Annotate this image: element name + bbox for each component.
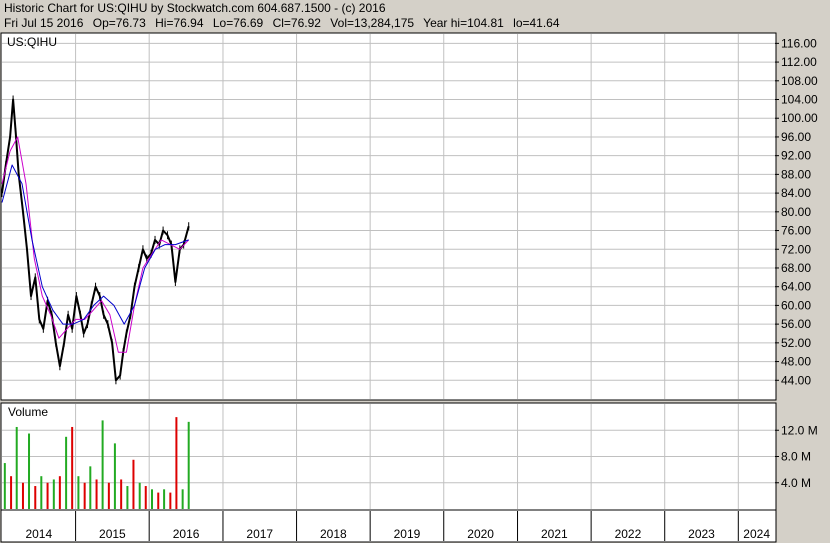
volume-bar: [169, 492, 172, 509]
x-tick-label: 2019: [394, 527, 421, 541]
volume-bar: [52, 479, 55, 509]
x-tick-label: 2023: [688, 527, 715, 541]
y-tick-label: 100.00: [781, 111, 818, 125]
volume-chart-title: Volume: [8, 405, 48, 419]
volume-bar: [34, 486, 37, 509]
price-plot-area: [0, 32, 777, 401]
volume-bar: [144, 486, 147, 509]
y-tick-label: 44.00: [781, 373, 811, 387]
y-tick-label: 108.00: [781, 74, 818, 88]
y-tick-label: 64.00: [781, 280, 811, 294]
y-tick-label: 116.00: [781, 36, 817, 50]
volume-bar: [15, 426, 18, 509]
volume-bar: [89, 466, 92, 509]
volume-bar: [151, 489, 154, 509]
x-tick-label: 2022: [615, 527, 642, 541]
quote-volume: Vol=13,284,175: [330, 16, 415, 30]
y-tick-label: 80.00: [781, 205, 811, 219]
quote-high: Hi=76.94: [155, 16, 204, 30]
volume-bar: [113, 443, 116, 509]
chart-window: Historic Chart for US:QIHU by Stockwatch…: [0, 0, 830, 543]
volume-bar: [83, 482, 86, 509]
volume-bar: [181, 489, 184, 509]
x-tick-label: 2015: [99, 527, 126, 541]
y-tick-label: 48.00: [781, 355, 811, 369]
x-tick-label: 2016: [173, 527, 200, 541]
volume-tick-label: 4.0 M: [781, 476, 811, 490]
y-tick-label: 88.00: [781, 167, 811, 181]
volume-bar: [138, 482, 141, 509]
volume-tick-label: 12.0 M: [781, 423, 818, 437]
volume-bar: [95, 479, 98, 509]
volume-bar: [101, 420, 104, 509]
y-tick-label: 112.00: [781, 55, 817, 69]
volume-bar: [157, 492, 160, 509]
stock-chart-svg: 2014 2015 2016 2017 2018 2019 2020 2021 2022 2023…: [0, 32, 818, 543]
y-tick-label: 76.00: [781, 224, 811, 238]
volume-bar: [71, 426, 74, 509]
x-tick-label: 2020: [467, 527, 494, 541]
volume-bar: [58, 476, 61, 509]
quote-date: Fri Jul 15 2016: [4, 16, 84, 30]
volume-bar: [40, 476, 43, 509]
y-tick-label: 60.00: [781, 298, 811, 312]
quote-low: Lo=76.69: [212, 16, 264, 30]
x-tick-label: 2018: [320, 527, 347, 541]
x-tick-label: 2014: [25, 527, 52, 541]
volume-bar: [65, 436, 68, 509]
quote-summary: Fri Jul 15 2016 Op=76.73 Hi=76.94 Lo=76.…: [4, 16, 566, 30]
volume-bar: [163, 489, 166, 509]
y-tick-label: 92.00: [781, 149, 811, 163]
y-tick-label: 72.00: [781, 242, 811, 256]
volume-bar: [126, 486, 129, 509]
volume-bar: [107, 482, 110, 509]
y-tick-label: 52.00: [781, 336, 811, 350]
quote-close: Cl=76.92: [272, 16, 321, 30]
y-tick-label: 96.00: [781, 130, 811, 144]
x-tick-label: 2024: [743, 527, 770, 541]
volume-bar: [46, 482, 49, 509]
x-tick-label: 2021: [541, 527, 568, 541]
y-tick-label: 84.00: [781, 186, 811, 200]
volume-bar: [21, 482, 24, 509]
volume-bar: [120, 479, 123, 509]
quote-year-high: Year hi=104.81: [423, 16, 504, 30]
volume-bar: [77, 476, 80, 509]
volume-bar: [132, 459, 135, 509]
y-tick-label: 56.00: [781, 317, 811, 331]
volume-tick-label: 8.0 M: [781, 450, 811, 464]
volume-bar: [28, 433, 31, 509]
y-tick-label: 104.00: [781, 93, 818, 107]
volume-bar: [175, 417, 178, 509]
volume-bar: [3, 463, 6, 509]
quote-open: Op=76.73: [92, 16, 146, 30]
chart-title: Historic Chart for US:QIHU by Stockwatch…: [4, 1, 386, 15]
price-chart-title: US:QIHU: [7, 35, 57, 49]
x-tick-label: 2017: [246, 527, 273, 541]
volume-bar: [10, 476, 13, 509]
y-tick-label: 68.00: [781, 261, 811, 275]
volume-bar: [187, 421, 190, 509]
quote-year-low: lo=41.64: [513, 16, 560, 30]
